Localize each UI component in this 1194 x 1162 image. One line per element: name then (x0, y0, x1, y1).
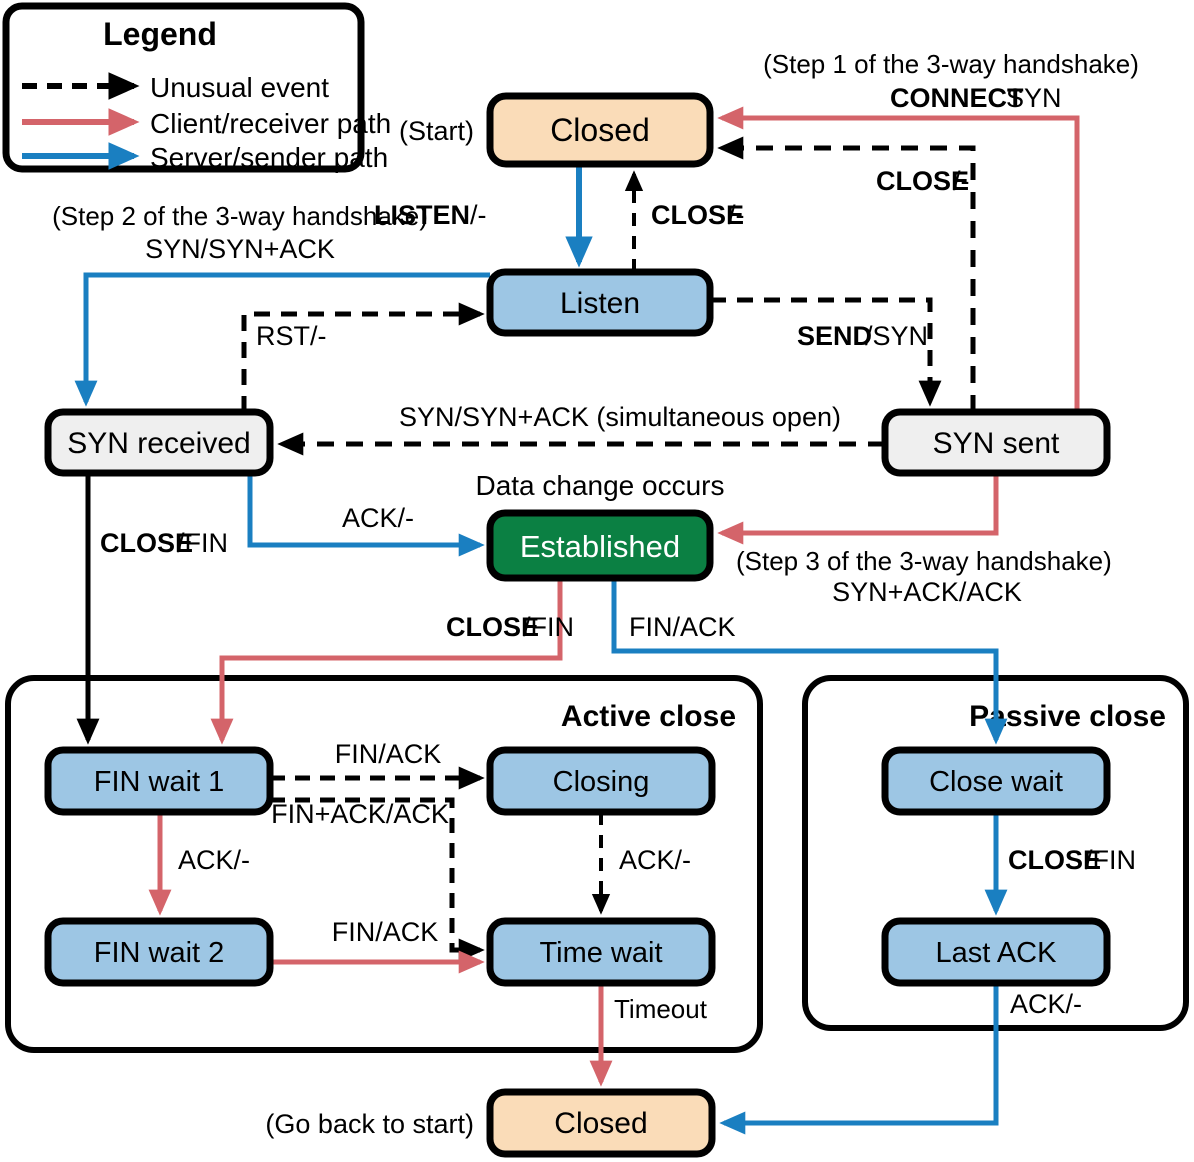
label-timeout: Timeout (614, 994, 708, 1024)
state-listen[interactable]: Listen (486, 268, 714, 337)
label-finplusack-ack: FIN+ACK/ACK (271, 799, 449, 829)
state-label: Closing (553, 766, 650, 798)
label-ack-minus-closing: ACK/- (619, 845, 691, 875)
label-close-fin-cw-plain: /FIN (1085, 845, 1136, 875)
annotation-data-change-occurs: Data change occurs (475, 470, 724, 501)
label-send-bold: SEND (797, 321, 872, 351)
label-send-plain: /SYN (865, 321, 928, 351)
annotation-go-back-to-start: (Go back to start) (265, 1109, 474, 1139)
state-label: SYN received (67, 427, 250, 460)
state-closing[interactable]: Closing (486, 746, 716, 816)
state-label: FIN wait 2 (94, 937, 225, 969)
state-fin-wait-2[interactable]: FIN wait 2 (44, 917, 274, 987)
state-label: SYN sent (933, 427, 1060, 460)
legend-label: Client/receiver path (150, 108, 391, 139)
label-close-fin-est-plain: /FIN (523, 612, 574, 642)
state-label: Closed (550, 112, 650, 148)
legend-label: Unusual event (150, 72, 329, 103)
label-fin-ack-finwait2: FIN/ACK (332, 917, 439, 947)
state-label: FIN wait 1 (94, 766, 225, 798)
state-closed-top[interactable]: Closed (486, 92, 714, 168)
state-time-wait[interactable]: Time wait (486, 917, 716, 987)
diagram-canvas: Active close Passive close Closed Listen… (2, 2, 1189, 1158)
edge-synack-ack-step3 (717, 473, 999, 545)
label-close-fin-synrec-plain: /FIN (177, 528, 228, 558)
edge-send-syn (710, 297, 942, 407)
label-syn-synack: SYN/SYN+ACK (145, 234, 335, 264)
label-connect-plain: SYN (1006, 83, 1062, 113)
state-label: Time wait (540, 937, 663, 969)
annotation-start: (Start) (399, 116, 474, 146)
label-connect-bold: CONNECT (890, 83, 1024, 113)
state-label: Last ACK (936, 937, 1058, 969)
label-ack-minus-finwait: ACK/- (178, 845, 250, 875)
legend-title: Legend (103, 16, 217, 52)
label-simultaneous-open: SYN/SYN+ACK (simultaneous open) (399, 402, 841, 432)
state-label: Close wait (929, 766, 1063, 798)
tcp-state-diagram: Active close Passive close Closed Listen… (0, 0, 1194, 1162)
label-listen-plain: /- (470, 200, 487, 230)
state-closed-bottom[interactable]: Closed (486, 1088, 716, 1158)
state-syn-sent[interactable]: SYN sent (881, 408, 1111, 477)
label-close-dash-top-plain: /- (953, 166, 970, 196)
state-fin-wait-1[interactable]: FIN wait 1 (44, 746, 274, 816)
legend: Legend Unusual event Client/receiver pat… (2, 2, 391, 173)
edge-ack-minus-lastack (719, 983, 999, 1135)
state-label: Listen (560, 287, 640, 320)
state-syn-received[interactable]: SYN received (44, 408, 274, 477)
label-fin-ack-established: FIN/ACK (629, 612, 736, 642)
label-fin-ack-finwait1: FIN/ACK (335, 739, 442, 769)
note-step1: (Step 1 of the 3-way handshake) (763, 49, 1139, 79)
label-close-up-plain: /- (728, 200, 745, 230)
state-label: Closed (554, 1107, 647, 1140)
legend-label: Server/sender path (150, 142, 388, 173)
label-rst-minus: RST/- (256, 321, 327, 351)
state-last-ack[interactable]: Last ACK (881, 917, 1111, 987)
group-title-active-close: Active close (561, 700, 736, 733)
edge-close-fin-established (210, 578, 563, 745)
label-ack-minus-lastack: ACK/- (1010, 989, 1082, 1019)
label-synack-ack: SYN+ACK/ACK (832, 577, 1022, 607)
group-title-passive-close: Passive close (969, 700, 1166, 733)
state-close-wait[interactable]: Close wait (881, 746, 1111, 816)
note-step3: (Step 3 of the 3-way handshake) (736, 546, 1112, 576)
state-established[interactable]: Established (486, 509, 714, 582)
note-step2: (Step 2 of the 3-way handshake) (52, 201, 428, 231)
state-label: Established (520, 529, 680, 564)
label-ack-minus-established: ACK/- (342, 503, 414, 533)
